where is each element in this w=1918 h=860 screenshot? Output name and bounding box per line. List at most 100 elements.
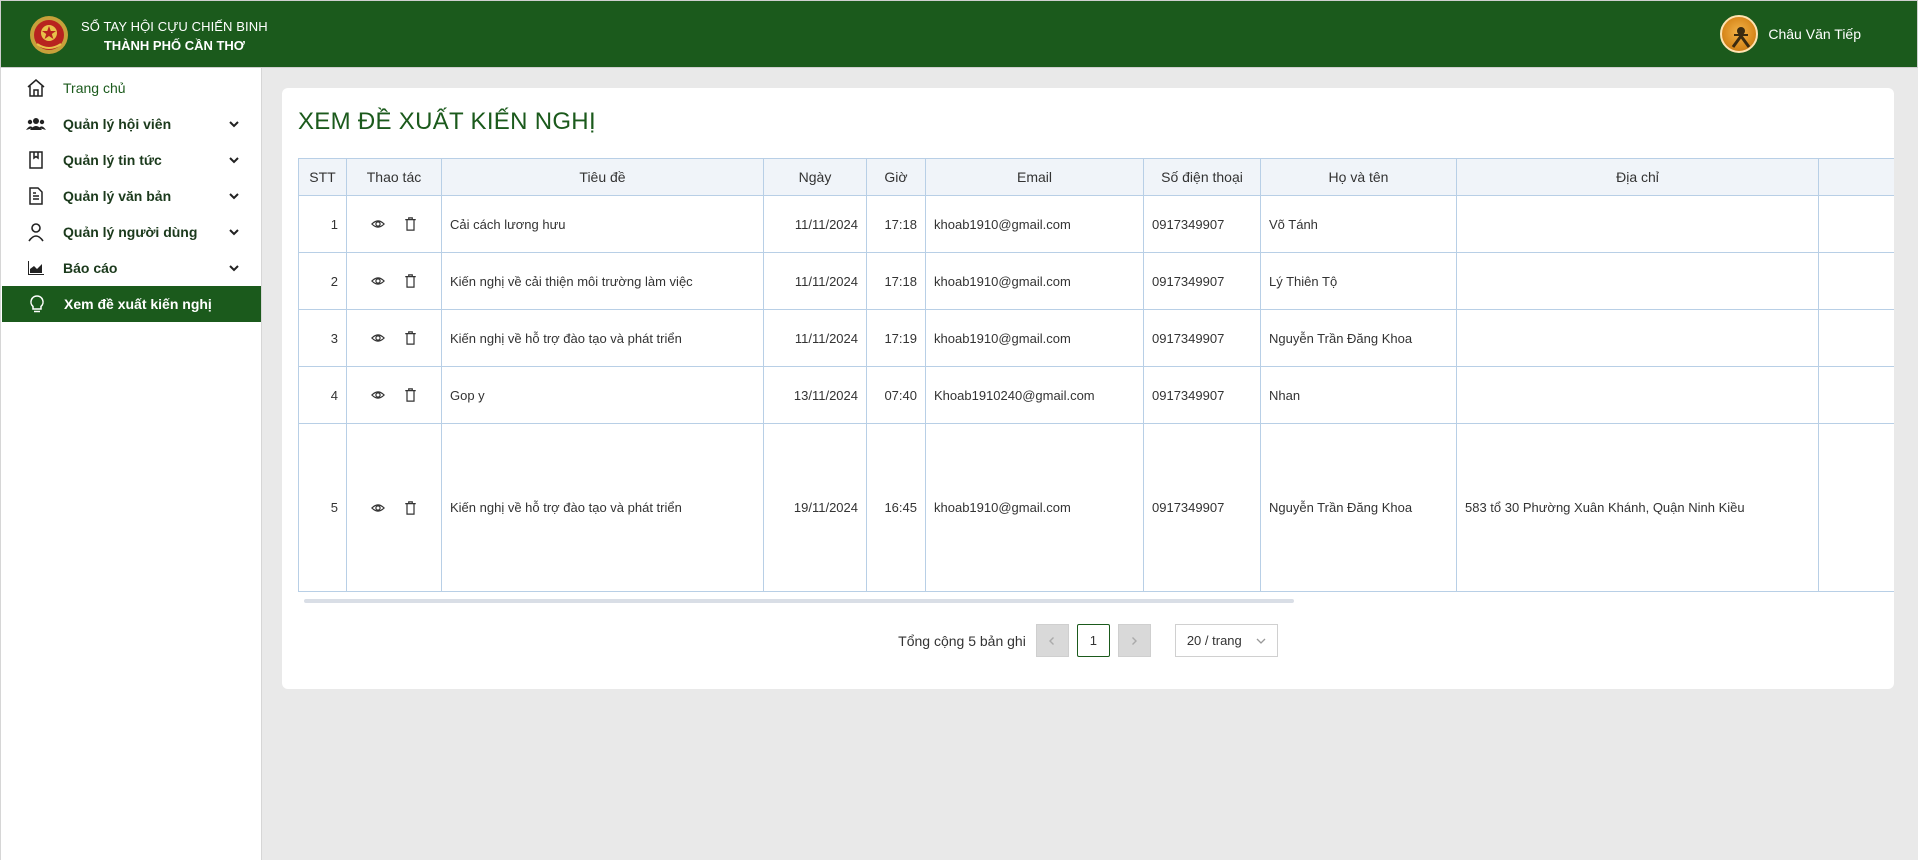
chevron-down-icon [229, 193, 239, 200]
cell-actions [346, 309, 442, 367]
chevron-down-icon [229, 121, 239, 128]
cell-email: khoab1910@gmail.com [925, 195, 1144, 253]
home-icon [25, 77, 47, 99]
cell-title: Kiến nghị về cải thiện môi trường làm vi… [441, 252, 764, 310]
org-line2: THÀNH PHỐ CẦN THƠ [103, 38, 245, 53]
sidebar: Trang chủ Quản lý hội viên Quản lý tin t… [0, 68, 262, 860]
user-icon [25, 221, 47, 243]
view-icon[interactable] [370, 273, 386, 289]
column-header[interactable]: STT [298, 158, 347, 196]
delete-icon[interactable] [402, 273, 418, 289]
sidebar-item-reports[interactable]: Báo cáo [1, 250, 261, 286]
next-page-button[interactable] [1117, 624, 1151, 657]
content-card: XEM ĐỀ XUẤT KIẾN NGHỊ STT Thao tác Tiêu … [282, 88, 1894, 689]
users-icon [25, 113, 47, 135]
org-name: SỔ TAY HỘI CỰU CHIẾN BINH THÀNH PHỐ CẦN … [81, 17, 268, 55]
view-icon[interactable] [370, 387, 386, 403]
document-icon [25, 185, 47, 207]
cell-email: khoab1910@gmail.com [925, 423, 1144, 592]
sidebar-item-members[interactable]: Quản lý hội viên [1, 106, 261, 142]
prev-page-button[interactable] [1035, 624, 1069, 657]
cell-phone: 0917349907 [1143, 309, 1261, 367]
cell-actions [346, 366, 442, 424]
sidebar-item-suggestions[interactable]: Xem đề xuất kiến nghị [2, 286, 261, 322]
cell-stt: 5 [298, 423, 347, 592]
cell-title: Kiến nghị về hỗ trợ đào tạo và phát triể… [441, 423, 764, 592]
cell-time: 17:19 [866, 309, 926, 367]
view-icon[interactable] [370, 216, 386, 232]
cell-name: Nhan [1260, 366, 1457, 424]
table-row: 5 Kiến nghị về hỗ trợ đào tạo và phát tr… [298, 423, 1894, 592]
column-header[interactable]: Tiêu đề [441, 158, 764, 196]
cell-title: Gop y [441, 366, 764, 424]
table-row: 3 Kiến nghị về hỗ trợ đào tạo và phát tr… [298, 309, 1894, 367]
view-icon[interactable] [370, 500, 386, 516]
column-header[interactable]: Địa chỉ [1456, 158, 1819, 196]
cell-stt: 4 [298, 366, 347, 424]
sidebar-item-label: Quản lý người dùng [63, 224, 198, 240]
page-size-select[interactable]: 20 / trang [1174, 624, 1278, 657]
pagination: Tổng cộng 5 bản ghi 1 20 / trang [282, 624, 1894, 657]
cell-address [1456, 309, 1819, 367]
cell-date: 13/11/2024 [763, 366, 867, 424]
chevron-down-icon [229, 265, 239, 272]
avatar[interactable] [1720, 15, 1759, 53]
column-header[interactable]: Số điện thoại [1143, 158, 1261, 196]
cell-extra [1818, 195, 1894, 253]
sidebar-item-documents[interactable]: Quản lý văn bản [1, 178, 261, 214]
delete-icon[interactable] [402, 216, 418, 232]
cell-time: 17:18 [866, 195, 926, 253]
cell-date: 11/11/2024 [763, 252, 867, 310]
emblem-logo[interactable] [29, 14, 69, 56]
user-name[interactable]: Châu Văn Tiếp [1768, 26, 1861, 42]
page-number-button[interactable]: 1 [1076, 624, 1110, 657]
column-header[interactable]: Giờ [866, 158, 926, 196]
suggestions-table: STT Thao tác Tiêu đề Ngày Giờ Email Số đ… [298, 158, 1894, 594]
delete-icon[interactable] [402, 500, 418, 516]
table-row: 2 Kiến nghị về cải thiện môi trường làm … [298, 252, 1894, 310]
cell-name: Nguyễn Trần Đăng Khoa [1260, 309, 1457, 367]
cell-actions [346, 195, 442, 253]
page-size-value: 20 / trang [1186, 633, 1242, 648]
cell-extra [1818, 252, 1894, 310]
cell-email: Khoab1910240@gmail.com [925, 366, 1144, 424]
sidebar-item-home[interactable]: Trang chủ [1, 70, 261, 106]
column-header[interactable]: Email [925, 158, 1144, 196]
cell-name: Nguyễn Trần Đăng Khoa [1260, 423, 1457, 592]
cell-address: 583 tổ 30 Phường Xuân Khánh, Quận Ninh K… [1456, 423, 1819, 592]
cell-actions [346, 252, 442, 310]
table-row: 1 Cải cách lương hưu 11/11/2024 17:18 kh… [298, 195, 1894, 253]
cell-extra [1818, 309, 1894, 367]
cell-address [1456, 195, 1819, 253]
chevron-down-icon [1256, 638, 1266, 644]
sidebar-item-news[interactable]: Quản lý tin tức [1, 142, 261, 178]
cell-stt: 3 [298, 309, 347, 367]
view-icon[interactable] [370, 330, 386, 346]
sidebar-item-label: Quản lý hội viên [63, 116, 172, 132]
cell-time: 07:40 [866, 366, 926, 424]
lightbulb-icon [26, 293, 48, 315]
column-header[interactable]: Thao tác [346, 158, 442, 196]
column-header-extra [1818, 158, 1894, 196]
horizontal-scrollbar[interactable] [304, 599, 1294, 603]
sidebar-item-label: Báo cáo [63, 260, 118, 276]
user-menu[interactable]: Châu Văn Tiếp [1720, 15, 1861, 53]
delete-icon[interactable] [402, 330, 418, 346]
cell-stt: 1 [298, 195, 347, 253]
cell-title: Cải cách lương hưu [441, 195, 764, 253]
org-line1: SỔ TAY HỘI CỰU CHIẾN BINH [81, 19, 268, 34]
sidebar-item-users[interactable]: Quản lý người dùng [1, 214, 261, 250]
app-header: SỔ TAY HỘI CỰU CHIẾN BINH THÀNH PHỐ CẦN … [0, 0, 1918, 68]
column-header[interactable]: Họ và tên [1260, 158, 1457, 196]
chevron-down-icon [229, 157, 239, 164]
cell-actions [346, 423, 442, 592]
cell-address [1456, 366, 1819, 424]
sidebar-item-label: Xem đề xuất kiến nghị [64, 296, 212, 312]
cell-phone: 0917349907 [1143, 195, 1261, 253]
chevron-down-icon [229, 229, 239, 236]
delete-icon[interactable] [402, 387, 418, 403]
column-header[interactable]: Ngày [763, 158, 867, 196]
cell-title: Kiến nghị về hỗ trợ đào tạo và phát triể… [441, 309, 764, 367]
sidebar-item-label: Trang chủ [63, 80, 126, 96]
cell-stt: 2 [298, 252, 347, 310]
